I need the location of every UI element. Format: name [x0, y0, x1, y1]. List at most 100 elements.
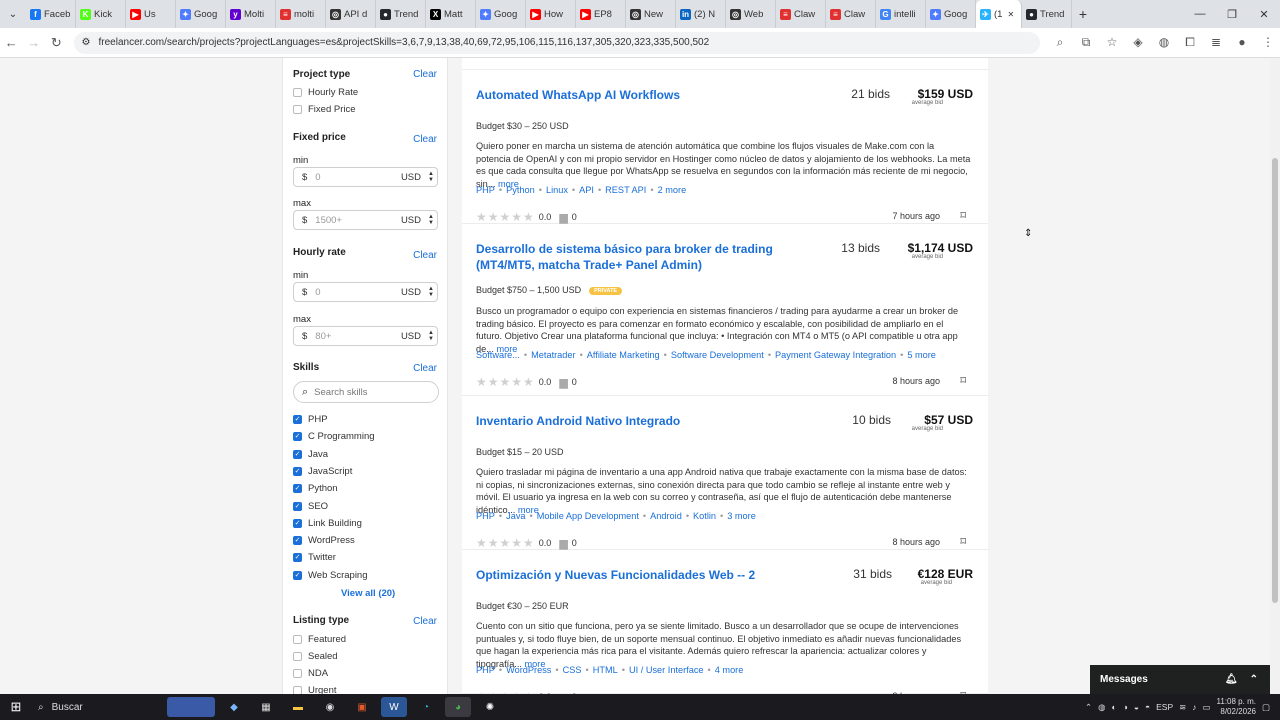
- site-info-icon[interactable]: ⚙: [82, 37, 91, 48]
- skill-tag-link[interactable]: 4 more: [715, 665, 744, 675]
- browser-tab[interactable]: ✦ Goog: [176, 0, 226, 28]
- browser-tab[interactable]: ✦ Goog: [476, 0, 526, 28]
- skills-clear[interactable]: Clear: [413, 363, 437, 374]
- fixed-price-clear[interactable]: Clear: [413, 134, 437, 145]
- skill-checkbox[interactable]: ✓ Link Building: [293, 518, 362, 529]
- hourly-max-input[interactable]: $ 80+ USD ▲ ▼: [293, 326, 438, 346]
- chevron-up-icon[interactable]: ⌃: [1250, 674, 1258, 685]
- browser-tab[interactable]: Gintelli: [876, 0, 926, 28]
- skill-tag-link[interactable]: WordPress: [506, 665, 551, 675]
- listing-type-checkbox[interactable]: NDA: [293, 668, 328, 679]
- windows-start-icon[interactable]: ⊞: [0, 699, 32, 715]
- tray-app-icon[interactable]: ◑: [1123, 702, 1128, 712]
- skill-tag-link[interactable]: PHP: [476, 665, 495, 675]
- copilot-icon[interactable]: ◆: [221, 697, 247, 717]
- project-type-checkbox[interactable]: Fixed Price: [293, 104, 356, 115]
- menu-icon[interactable]: ⋮: [1256, 35, 1280, 50]
- listing-type-checkbox[interactable]: Urgent: [293, 685, 337, 694]
- browser-tab[interactable]: ● Trend: [376, 0, 426, 28]
- tray-app-icon[interactable]: ◍: [1098, 702, 1105, 713]
- browser-tab[interactable]: ▶ EP8: [576, 0, 626, 28]
- skill-checkbox[interactable]: ✓ Twitter: [293, 552, 336, 563]
- checkbox-unchecked-icon[interactable]: [293, 652, 302, 661]
- project-title-link[interactable]: Desarrollo de sistema básico para broker…: [476, 241, 831, 273]
- project-card[interactable]: Automated WhatsApp AI Workflows 21 bids $1…: [462, 70, 988, 224]
- bookmark-star-icon[interactable]: ☆: [1100, 35, 1124, 50]
- skill-tag-link[interactable]: API: [579, 185, 594, 195]
- skill-tag-link[interactable]: 3 more: [727, 511, 756, 521]
- skill-tag-link[interactable]: Java: [506, 511, 525, 521]
- project-type-clear[interactable]: Clear: [413, 69, 437, 80]
- browser-tab[interactable]: X Matt: [426, 0, 476, 28]
- checkbox-checked-icon[interactable]: ✓: [293, 501, 302, 511]
- browser-tab[interactable]: in (2) N: [676, 0, 726, 28]
- language-indicator[interactable]: ESP: [1156, 702, 1173, 712]
- skill-checkbox[interactable]: ✓ Python: [293, 483, 338, 494]
- stepper-icon[interactable]: ▲ ▼: [425, 330, 437, 342]
- close-tab-icon[interactable]: ✕: [1007, 10, 1014, 19]
- extension-icon[interactable]: ◈: [1126, 35, 1150, 50]
- bookmark-icon[interactable]: ⌑: [960, 209, 966, 222]
- forward-button[interactable]: →: [23, 35, 46, 50]
- checkbox-checked-icon[interactable]: ✓: [293, 466, 302, 476]
- checkbox-checked-icon[interactable]: ✓: [293, 570, 302, 580]
- edge-icon[interactable]: ◔: [413, 697, 439, 717]
- project-card[interactable]: Inventario Android Nativo Integrado 10 bi…: [462, 396, 988, 550]
- browser-tab[interactable]: ◎ New: [626, 0, 676, 28]
- project-type-checkbox[interactable]: Hourly Rate: [293, 87, 358, 98]
- tray-app-icon[interactable]: ◓: [1145, 702, 1150, 712]
- skill-tag-link[interactable]: Python: [506, 185, 535, 195]
- store-icon[interactable]: ▦: [253, 697, 279, 717]
- view-all-skills-link[interactable]: View all (20): [341, 588, 395, 599]
- browser-tab[interactable]: ≡ Claw: [776, 0, 826, 28]
- fixed-min-input[interactable]: $ 0 USD ▲ ▼: [293, 167, 438, 187]
- checkbox-checked-icon[interactable]: ✓: [293, 449, 302, 459]
- skill-tag-link[interactable]: Payment Gateway Integration: [775, 350, 896, 360]
- skill-tag-link[interactable]: Android: [650, 511, 682, 521]
- chatgpt-icon[interactable]: ✺: [477, 697, 503, 717]
- checkbox-checked-icon[interactable]: ✓: [293, 553, 302, 563]
- browser-tab[interactable]: ◎ Web: [726, 0, 776, 28]
- project-card[interactable]: Desarrollo de sistema básico para broker…: [462, 224, 988, 396]
- close-window-button[interactable]: ✕: [1248, 8, 1280, 21]
- scrollbar-thumb[interactable]: [1272, 158, 1278, 603]
- browser-tab[interactable]: ▶ How: [526, 0, 576, 28]
- reload-button[interactable]: ↻: [45, 35, 68, 51]
- vpn-icon[interactable]: ◍: [1152, 35, 1176, 50]
- browser-tab[interactable]: ✈ (1 ✕: [976, 0, 1022, 28]
- checkbox-checked-icon[interactable]: ✓: [293, 415, 302, 424]
- notification-bell-icon[interactable]: 🔔︎: [1225, 674, 1238, 685]
- skill-tag-link[interactable]: Software...: [476, 350, 520, 360]
- listing-type-clear[interactable]: Clear: [413, 616, 437, 627]
- project-card[interactable]: Optimización y Nuevas Funcionalidades We…: [462, 550, 988, 694]
- new-tab-button[interactable]: +: [1072, 6, 1094, 22]
- browser-tab[interactable]: ◎ API d: [326, 0, 376, 28]
- browser-tab[interactable]: K Kick: [76, 0, 126, 28]
- skill-tag-link[interactable]: Software Development: [671, 350, 764, 360]
- tray-chevron-icon[interactable]: ⌃: [1085, 702, 1092, 713]
- skill-tag-link[interactable]: 5 more: [907, 350, 936, 360]
- checkbox-unchecked-icon[interactable]: [293, 635, 302, 644]
- fixed-max-input[interactable]: $ 1500+ USD ▲ ▼: [293, 210, 438, 230]
- browser-tab[interactable]: ▶ Us: [126, 0, 176, 28]
- media-player-icon[interactable]: ◉: [317, 697, 343, 717]
- checkbox-checked-icon[interactable]: ✓: [293, 536, 302, 546]
- browser-tab[interactable]: ≡ Claw: [826, 0, 876, 28]
- browser-tab[interactable]: ● Trend: [1022, 0, 1072, 28]
- browser-tab[interactable]: ≡ molti: [276, 0, 326, 28]
- maximize-button[interactable]: ❐: [1216, 8, 1248, 21]
- skill-checkbox[interactable]: ✓ JavaScript: [293, 466, 352, 477]
- checkbox-checked-icon[interactable]: ✓: [293, 484, 302, 494]
- install-app-icon[interactable]: ⧉: [1074, 35, 1098, 50]
- skills-search-input[interactable]: ⌕ Search skills: [293, 381, 439, 403]
- skill-tag-link[interactable]: PHP: [476, 511, 495, 521]
- checkbox-checked-icon[interactable]: ✓: [293, 432, 302, 442]
- skill-tag-link[interactable]: Kotlin: [693, 511, 716, 521]
- profile-avatar-icon[interactable]: ●: [1230, 35, 1254, 50]
- bookmark-icon[interactable]: ⌑: [960, 374, 966, 387]
- wifi-icon[interactable]: ≋: [1179, 702, 1186, 713]
- widgets-icon[interactable]: [167, 697, 215, 717]
- chrome-icon[interactable]: ◕: [445, 697, 471, 717]
- tray-app-icon[interactable]: ◒: [1134, 702, 1139, 712]
- volume-icon[interactable]: ♪: [1192, 702, 1196, 712]
